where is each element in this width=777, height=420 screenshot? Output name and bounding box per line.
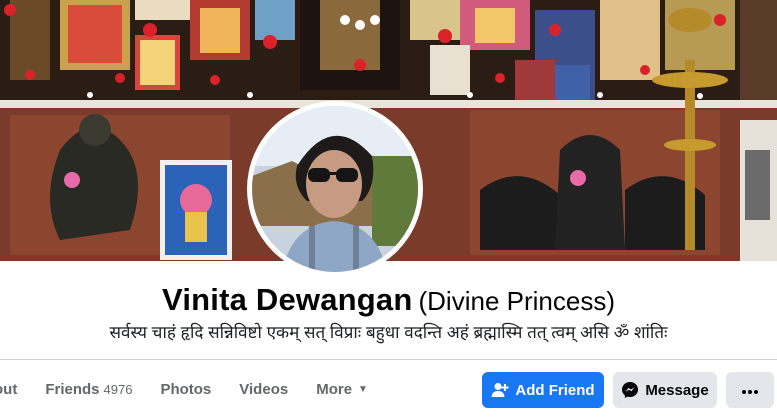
message-button[interactable]: Message <box>613 372 717 408</box>
tab-more-label: More <box>316 381 353 398</box>
profile-picture[interactable] <box>252 106 418 272</box>
divider <box>0 359 777 360</box>
tab-about[interactable]: out <box>0 366 31 414</box>
tab-videos[interactable]: Videos <box>225 366 302 414</box>
profile-name-line: Vinita Dewangan (Divine Princess) <box>0 282 777 318</box>
tab-about-label: out <box>0 381 18 398</box>
tab-more[interactable]: More ▼ <box>302 366 382 414</box>
tab-friends[interactable]: Friends 4976 <box>31 366 146 414</box>
caret-down-icon: ▼ <box>358 384 368 396</box>
more-options-button[interactable] <box>726 372 774 408</box>
tab-photos-label: Photos <box>160 381 212 398</box>
ellipsis-icon <box>741 382 759 399</box>
tab-friends-label: Friends <box>45 381 100 398</box>
add-friend-label: Add Friend <box>515 381 595 399</box>
tab-photos[interactable]: Photos <box>146 366 225 414</box>
profile-bio: सर्वस्य चाहं हृदि सन्निविष्टो एकम् सत् व… <box>109 323 668 342</box>
message-label: Message <box>645 381 709 399</box>
add-friend-button[interactable]: Add Friend <box>482 372 604 408</box>
profile-name: Vinita Dewangan <box>162 282 413 317</box>
profile-nav: out Friends4976 Photos Videos More ▼ <box>0 366 382 414</box>
messenger-icon <box>621 381 639 399</box>
tab-videos-label: Videos <box>239 381 289 398</box>
user-plus-icon <box>491 382 509 398</box>
profile-alternate-name: (Divine Princess) <box>418 286 616 316</box>
friends-count: 4976 <box>103 382 133 397</box>
